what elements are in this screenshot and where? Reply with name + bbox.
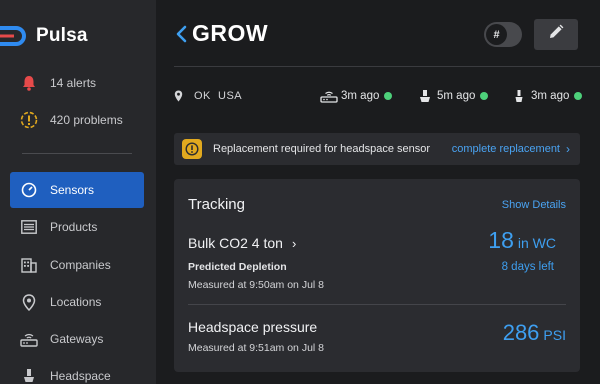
status-dot: [384, 92, 393, 100]
status-dot: [480, 92, 489, 100]
sensor-status-text: 5m ago: [437, 90, 476, 102]
bulk-co2-number: 18: [488, 227, 514, 253]
chevron-right-icon: ›: [566, 142, 570, 156]
hash-icon: #: [486, 24, 507, 45]
gateway-status: 3m ago: [319, 88, 393, 104]
show-details-link[interactable]: Show Details: [502, 199, 566, 211]
sensor-status: 5m ago: [415, 88, 489, 104]
back-chevron-icon[interactable]: [174, 22, 190, 46]
bell-icon: [20, 74, 38, 92]
sensor-small-status: 3m ago: [509, 88, 583, 104]
location-pin-icon: [20, 293, 38, 311]
predicted-depletion-label: Predicted Depletion: [188, 261, 287, 273]
location: OK USA: [174, 89, 242, 103]
tracking-card: Tracking Show Details Bulk CO2 4 ton › P…: [174, 179, 580, 372]
sensor-icon: [415, 88, 435, 104]
sidebar-item-label: Locations: [50, 295, 102, 309]
page-title: GROW: [192, 20, 269, 46]
complete-replacement-link[interactable]: complete replacement ›: [452, 133, 570, 165]
edit-button[interactable]: [534, 19, 578, 50]
sidebar-item-sensors[interactable]: Sensors: [10, 172, 144, 208]
sidebar-item-label: Headspace: [50, 369, 111, 383]
alert-message: Replacement required for headspace senso…: [213, 143, 431, 155]
hash-toggle[interactable]: #: [484, 22, 522, 47]
bulk-co2-value: 18 in WC: [488, 227, 556, 254]
sidebar-item-gateways[interactable]: Gateways: [10, 321, 144, 357]
sidebar-item-label: Sensors: [50, 183, 95, 197]
sidebar-problems-label: 420 problems: [50, 113, 123, 127]
list-icon: [20, 218, 38, 236]
sidebar-problems[interactable]: 420 problems: [10, 102, 144, 138]
pulsa-logo-icon: [0, 23, 30, 49]
headspace-pressure-unit: PSI: [543, 327, 566, 343]
main-content: GROW # OK USA 3m ago 5m ago 3m ago Repla…: [156, 0, 600, 384]
pencil-icon: [548, 24, 564, 45]
sidebar-item-companies[interactable]: Companies: [10, 247, 144, 283]
complete-replacement-label: complete replacement: [451, 143, 560, 155]
sensor-icon: [20, 367, 38, 384]
location-pin-icon: [174, 89, 186, 103]
location-text: OK USA: [194, 90, 243, 102]
warning-icon: [182, 139, 202, 159]
headspace-pressure-number: 286: [502, 320, 540, 345]
chevron-right-icon: ›: [291, 235, 297, 251]
sidebar-alerts-label: 14 alerts: [50, 76, 97, 90]
brand[interactable]: Pulsa: [0, 22, 88, 50]
sidebar-item-label: Gateways: [50, 332, 104, 346]
bulk-co2-measured: Measured at 9:50am on Jul 8: [188, 279, 324, 291]
warning-circle-icon: [20, 111, 38, 129]
header-divider: [174, 66, 600, 67]
sidebar-item-locations[interactable]: Locations: [10, 284, 144, 320]
gateway-status-text: 3m ago: [341, 90, 380, 102]
sidebar: Pulsa 14 alerts 420 problems Sensors Pro…: [0, 0, 156, 384]
sensor-small-icon: [509, 88, 529, 104]
gauge-icon: [20, 181, 38, 199]
headspace-pressure-measured: Measured at 9:51am on Jul 8: [188, 342, 324, 354]
sidebar-item-headspace[interactable]: Headspace: [10, 358, 144, 384]
sidebar-item-label: Companies: [50, 258, 111, 272]
bulk-co2-name: Bulk CO2 4 ton: [188, 235, 283, 251]
building-icon: [20, 256, 38, 274]
tracking-title: Tracking: [188, 196, 245, 213]
card-divider: [188, 304, 566, 305]
gateway-icon: [319, 88, 339, 104]
bulk-co2-item[interactable]: Bulk CO2 4 ton ›: [188, 235, 296, 251]
days-left: 8 days left: [501, 261, 554, 273]
sidebar-alerts[interactable]: 14 alerts: [10, 65, 144, 101]
replacement-alert: Replacement required for headspace senso…: [174, 133, 580, 165]
brand-name: Pulsa: [36, 25, 88, 46]
status-dot: [574, 92, 583, 100]
router-icon: [20, 330, 38, 348]
sensor-small-status-text: 3m ago: [531, 90, 570, 102]
headspace-pressure-value: 286 PSI: [503, 320, 566, 346]
sidebar-item-products[interactable]: Products: [10, 209, 144, 245]
bulk-co2-unit: in WC: [517, 235, 556, 251]
headspace-pressure-name: Headspace pressure: [188, 319, 318, 335]
sidebar-divider: [22, 153, 132, 154]
sidebar-item-label: Products: [50, 220, 98, 234]
